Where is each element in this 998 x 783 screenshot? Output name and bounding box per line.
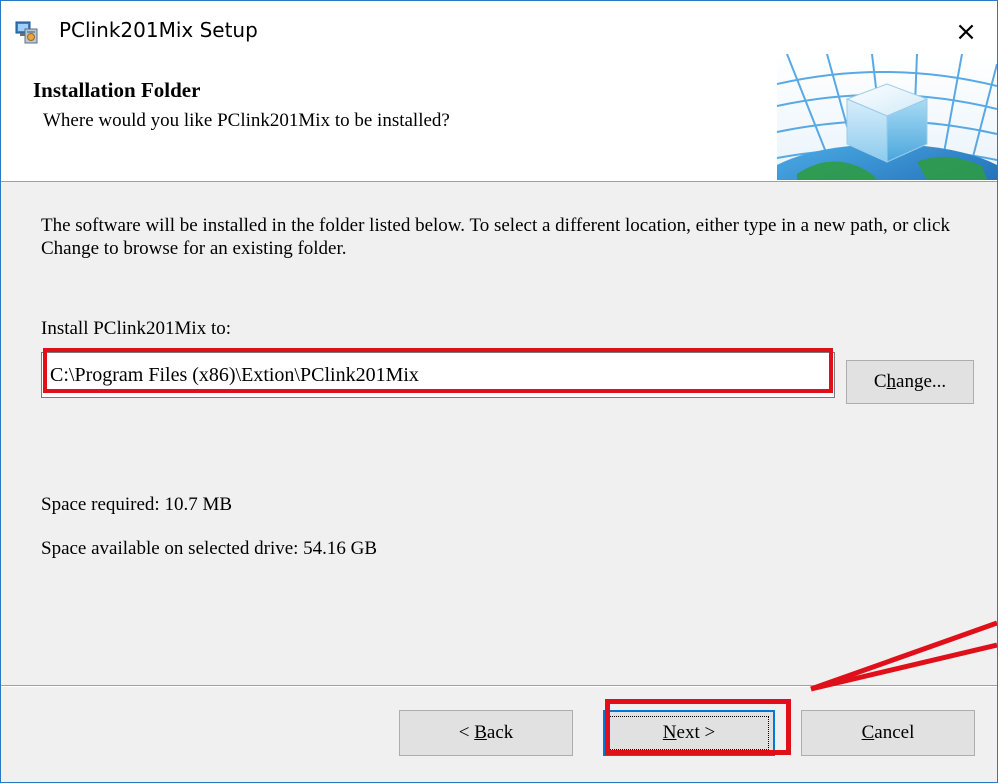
setup-window: PClink201Mix Setup × Installation Folder…	[0, 0, 998, 783]
install-path-input[interactable]	[41, 352, 835, 398]
page-title: Installation Folder	[33, 78, 201, 102]
header-banner: Installation Folder Where would you like…	[1, 54, 997, 182]
space-available-text: Space available on selected drive: 54.16…	[41, 538, 378, 559]
cancel-button[interactable]: Cancel	[801, 710, 975, 756]
window-title: PClink201Mix Setup	[59, 18, 258, 42]
change-button[interactable]: Ch ange...	[846, 360, 974, 404]
cancel-button-mnemonic: C	[861, 722, 875, 743]
install-location-label: Install PClink201Mix to:	[41, 318, 232, 339]
change-button-label-end: ange...	[896, 371, 947, 392]
page-subtitle: Where would you like PClink201Mix to be …	[43, 110, 450, 131]
next-button[interactable]: Next >	[603, 710, 775, 756]
back-button[interactable]: < Back	[399, 710, 573, 756]
content-area: The software will be installed in the fo…	[1, 182, 997, 660]
back-button-label-end: ack	[486, 722, 514, 743]
globe-cube-banner	[777, 54, 997, 180]
back-button-mnemonic: B	[474, 722, 487, 743]
change-button-mnemonic: h	[886, 371, 897, 392]
back-button-prefix: <	[458, 722, 475, 743]
setup-installer-icon	[15, 21, 38, 44]
cancel-button-label-end: ancel	[874, 722, 915, 743]
change-button-label-start: C	[873, 371, 887, 392]
close-icon[interactable]: ×	[955, 17, 977, 47]
description-text: The software will be installed in the fo…	[41, 215, 950, 259]
footer-separator	[1, 685, 997, 687]
next-button-label-end: ext >	[676, 722, 716, 743]
next-button-mnemonic: N	[662, 722, 677, 743]
space-required-text: Space required: 10.7 MB	[41, 494, 233, 515]
